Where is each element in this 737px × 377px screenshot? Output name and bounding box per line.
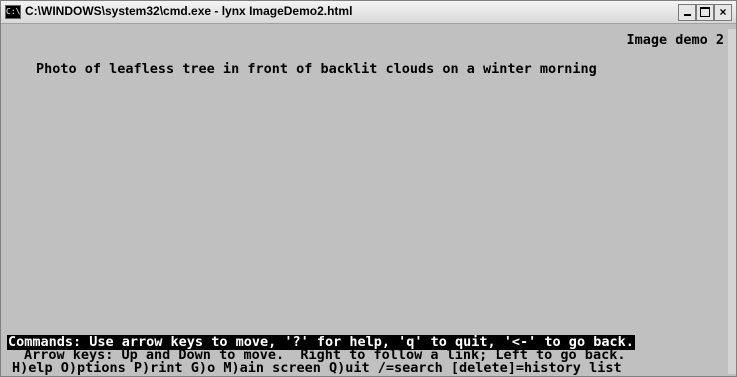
minimize-button[interactable] bbox=[678, 4, 696, 21]
maximize-button[interactable] bbox=[696, 4, 714, 21]
window-title: C:\WINDOWS\system32\cmd.exe - lynx Image… bbox=[25, 4, 353, 18]
title-bar[interactable]: C:\ C:\WINDOWS\system32\cmd.exe - lynx I… bbox=[1, 1, 736, 24]
page-title: Image demo 2 bbox=[626, 32, 724, 48]
close-button[interactable]: × bbox=[714, 4, 732, 21]
minimize-icon bbox=[683, 14, 691, 16]
close-icon: × bbox=[719, 5, 727, 19]
vertical-scrollbar[interactable] bbox=[728, 29, 736, 374]
console-screen[interactable]: Image demo 2 Photo of leafless tree in f… bbox=[7, 29, 728, 376]
image-alt-text: Photo of leafless tree in front of backl… bbox=[36, 61, 597, 77]
menu-help-line: H)elp O)ptions P)rint G)o M)ain screen Q… bbox=[12, 360, 622, 376]
console-window: C:\ C:\WINDOWS\system32\cmd.exe - lynx I… bbox=[0, 0, 737, 377]
console-app-icon[interactable]: C:\ bbox=[5, 5, 21, 19]
maximize-icon bbox=[700, 7, 710, 17]
